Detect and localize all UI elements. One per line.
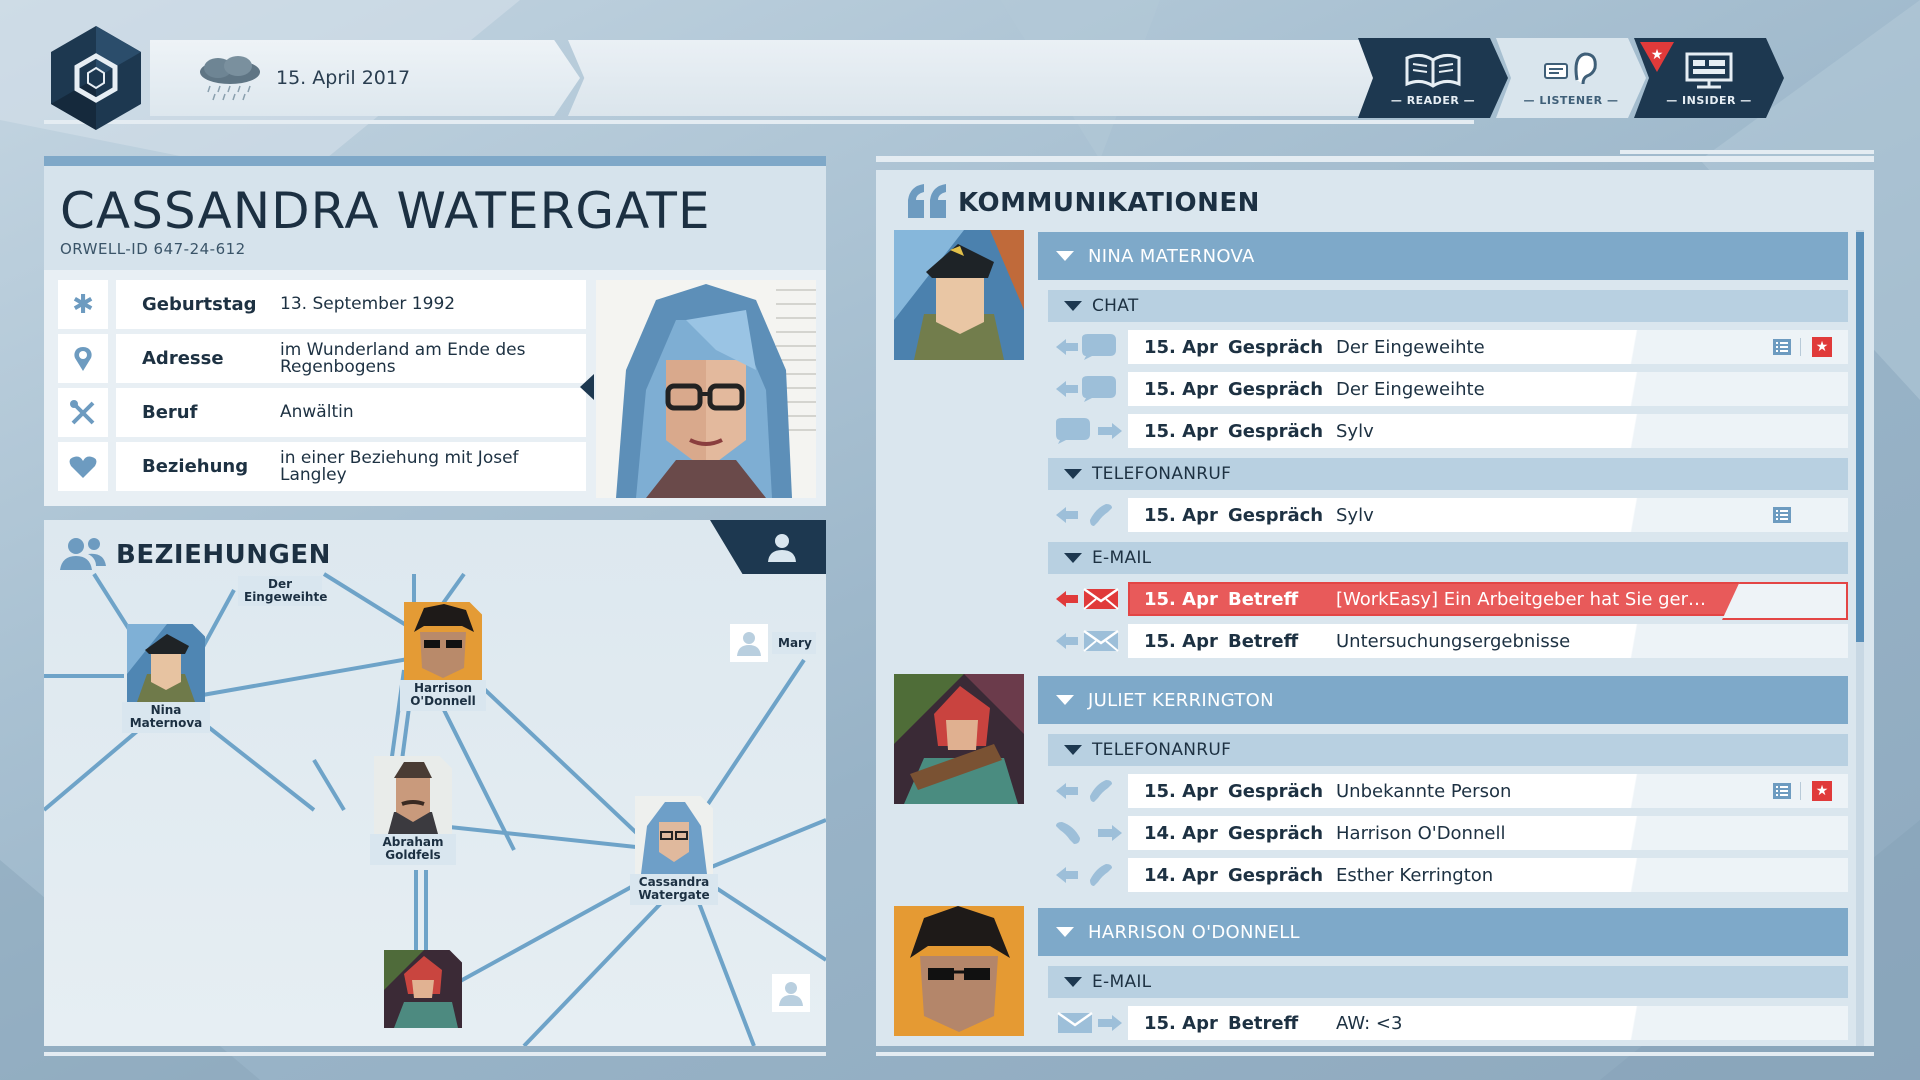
mode-switcher: — READER — — LISTENER — — INSIDER — ★ bbox=[1358, 38, 1798, 118]
top-bar-fill bbox=[568, 40, 1383, 116]
message-row[interactable]: 15. Apr Gespräch Sylv bbox=[1048, 414, 1848, 448]
date-bar: 15. April 2017 bbox=[150, 40, 580, 116]
orwell-id: ORWELL-ID 647-24-612 bbox=[60, 240, 246, 258]
header-right-divider bbox=[1620, 150, 1874, 154]
incoming-phone-icon bbox=[1056, 504, 1112, 526]
profile-portrait bbox=[596, 280, 816, 498]
flagged-star-icon[interactable]: ★ bbox=[1812, 781, 1832, 801]
comm-top-strip bbox=[876, 156, 1874, 162]
collapse-triangle-icon bbox=[1056, 251, 1074, 261]
left-bottom-divider bbox=[44, 1052, 826, 1056]
collapse-triangle-icon bbox=[1064, 553, 1082, 563]
contact-avatar-juliet[interactable] bbox=[894, 674, 1024, 804]
collapse-triangle-icon bbox=[1064, 469, 1082, 479]
message-row-highlighted[interactable]: 15. Apr Betreff [WorkEasy] Ein Arbeitgeb… bbox=[1048, 582, 1848, 616]
message-row[interactable]: 15. Apr Betreff Untersuchungsergebnisse bbox=[1048, 624, 1848, 658]
info-row-relationship[interactable]: Beziehung in einer Beziehung mit Josef L… bbox=[58, 442, 588, 491]
app-logo[interactable] bbox=[44, 26, 148, 130]
communications-title: KOMMUNIKATIONEN bbox=[958, 188, 1260, 218]
juliet-avatar bbox=[384, 950, 462, 1028]
incoming-email-icon bbox=[1056, 587, 1119, 610]
category-email[interactable]: E-MAIL bbox=[1048, 542, 1848, 574]
tag-mary[interactable]: Mary bbox=[772, 632, 816, 654]
monitor-icon bbox=[1685, 52, 1733, 88]
profile-top-strip bbox=[44, 156, 826, 166]
message-row[interactable]: 14. Apr Gespräch Harrison O'Donnell bbox=[1048, 816, 1848, 850]
flagged-star-icon[interactable]: ★ bbox=[1812, 337, 1832, 357]
node-abraham-goldfels[interactable]: Abraham Goldfels bbox=[370, 756, 456, 865]
current-date: 15. April 2017 bbox=[276, 67, 411, 89]
profile-info-box: ✱ Geburtstag 13. September 1992 Adresse … bbox=[44, 270, 826, 506]
abraham-avatar bbox=[374, 756, 452, 834]
category-phone-call[interactable]: TELEFONANRUF bbox=[1048, 458, 1848, 490]
profile-name: CASSANDRA WATERGATE bbox=[60, 182, 711, 240]
mode-reader[interactable]: — READER — bbox=[1358, 38, 1508, 118]
collapse-triangle-icon bbox=[1064, 745, 1082, 755]
transcript-list-icon[interactable] bbox=[1772, 505, 1792, 525]
info-row-birthday[interactable]: ✱ Geburtstag 13. September 1992 bbox=[58, 280, 588, 329]
node-cassandra-watergate[interactable]: Cassandra Watergate bbox=[630, 796, 718, 905]
message-row[interactable]: 15. Apr Gespräch Der Eingeweihte ★ bbox=[1048, 330, 1848, 364]
asterisk-icon: ✱ bbox=[58, 280, 108, 329]
message-row[interactable]: 15. Apr Gespräch Der Eingeweihte bbox=[1048, 372, 1848, 406]
message-row[interactable]: 15. Apr Gespräch Sylv bbox=[1048, 498, 1848, 532]
collapse-triangle-icon bbox=[1064, 977, 1082, 987]
unknown-person-2[interactable] bbox=[772, 974, 810, 1012]
cassandra-avatar bbox=[635, 796, 713, 874]
node-juliet-kerrington[interactable] bbox=[384, 950, 462, 1028]
harrison-avatar bbox=[404, 602, 482, 680]
contact-avatar-nina[interactable] bbox=[894, 230, 1024, 360]
person-icon bbox=[737, 632, 761, 656]
profile-panel: CASSANDRA WATERGATE ORWELL-ID 647-24-612… bbox=[44, 166, 826, 506]
mode-listener[interactable]: — LISTENER — bbox=[1496, 38, 1646, 118]
info-row-job[interactable]: Beruf Anwältin bbox=[58, 388, 588, 437]
node-harrison-odonnell[interactable]: Harrison O'Donnell bbox=[400, 602, 486, 711]
incoming-chat-icon bbox=[1056, 334, 1116, 360]
collapse-triangle-icon bbox=[1056, 927, 1074, 937]
right-bottom-divider bbox=[876, 1052, 1874, 1056]
category-chat[interactable]: CHAT bbox=[1048, 290, 1848, 322]
info-row-address[interactable]: Adresse im Wunderland am Ende des Regenb… bbox=[58, 334, 588, 383]
incoming-phone-icon bbox=[1056, 780, 1112, 802]
tools-icon bbox=[58, 388, 108, 437]
tag-der-eingeweihte[interactable]: Der Eingeweihte bbox=[238, 576, 327, 606]
unknown-person-mary[interactable] bbox=[730, 624, 768, 662]
location-pin-icon bbox=[58, 334, 108, 383]
book-icon bbox=[1405, 53, 1461, 88]
contact-header-nina[interactable]: NINA MATERNOVA bbox=[1038, 232, 1848, 280]
comm-scrollbar-thumb[interactable] bbox=[1856, 232, 1864, 642]
message-row[interactable]: 15. Apr Gespräch Unbekannte Person ★ bbox=[1048, 774, 1848, 808]
contact-header-juliet[interactable]: JULIET KERRINGTON bbox=[1038, 676, 1848, 724]
node-nina-maternova[interactable]: Nina Maternova bbox=[122, 624, 210, 733]
contact-avatar-harrison[interactable] bbox=[894, 906, 1024, 1036]
person-icon bbox=[779, 982, 803, 1006]
rain-cloud-icon bbox=[200, 56, 260, 101]
top-divider bbox=[44, 120, 1474, 124]
incoming-phone-icon bbox=[1056, 864, 1112, 886]
quote-icon bbox=[908, 184, 946, 218]
portrait-pointer-icon bbox=[580, 374, 594, 400]
category-phone-call[interactable]: TELEFONANRUF bbox=[1048, 734, 1848, 766]
collapse-triangle-icon bbox=[1056, 695, 1074, 705]
transcript-list-icon[interactable] bbox=[1772, 781, 1792, 801]
transcript-list-icon[interactable] bbox=[1772, 337, 1792, 357]
outgoing-phone-icon bbox=[1056, 822, 1122, 844]
communications-panel: KOMMUNIKATIONEN NINA MATERNOVA CHAT 15. … bbox=[876, 170, 1874, 1046]
category-email[interactable]: E-MAIL bbox=[1048, 966, 1848, 998]
incoming-email-icon bbox=[1056, 629, 1119, 652]
incoming-chat-icon bbox=[1056, 376, 1116, 402]
ear-icon bbox=[1544, 51, 1597, 84]
collapse-triangle-icon bbox=[1064, 301, 1082, 311]
new-insider-star-icon: ★ bbox=[1640, 42, 1674, 72]
outgoing-chat-icon bbox=[1056, 418, 1122, 444]
heart-icon bbox=[58, 442, 108, 491]
relationships-panel: BEZIEHUNGEN Der Eingeweihte Nina Materno… bbox=[44, 520, 826, 1046]
outgoing-email-icon bbox=[1057, 1011, 1122, 1033]
contact-header-harrison[interactable]: HARRISON O'DONNELL bbox=[1038, 908, 1848, 956]
svg-text:★: ★ bbox=[1651, 47, 1664, 63]
message-row[interactable]: 14. Apr Gespräch Esther Kerrington bbox=[1048, 858, 1848, 892]
nina-avatar bbox=[127, 624, 205, 702]
message-row[interactable]: 15. Apr Betreff AW: <3 bbox=[1048, 1006, 1848, 1040]
